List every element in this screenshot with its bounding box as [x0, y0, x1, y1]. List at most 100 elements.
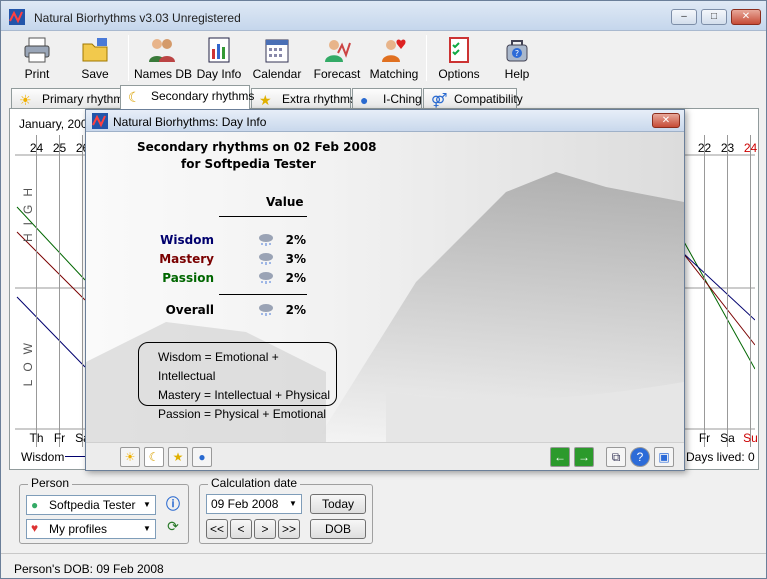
next-day-icon[interactable]: → [574, 447, 594, 467]
app-icon [92, 113, 108, 129]
dialog-heading: Secondary rhythms on 02 Feb 2008 [137, 140, 377, 154]
day-info-dialog: Natural Biorhythms: Day Info ✕ Secondary… [85, 109, 685, 471]
toolbar-separator [426, 35, 427, 81]
forecast-label: Forecast [313, 67, 361, 81]
overall-rule [219, 294, 307, 295]
tab-label: Secondary rhythms [151, 89, 255, 103]
save-label: Save [81, 67, 109, 81]
tab-secondary-rhythms[interactable]: ☾ Secondary rhythms [120, 85, 254, 109]
dob-button[interactable]: DOB [310, 519, 366, 539]
calendar-dropdown-icon: ▼ [289, 499, 297, 508]
calendar-icon [265, 39, 289, 63]
tab-label: Compatibility [454, 92, 523, 106]
calendar-button[interactable]: Calendar [252, 31, 302, 85]
day-column: 23 Sa [706, 135, 735, 447]
rain-cloud-icon [259, 253, 273, 265]
close-button[interactable]: ✕ [731, 9, 761, 25]
tab-label: Extra rhythms [282, 92, 357, 106]
tab-compatibility[interactable]: ⚤ Compatibility [423, 88, 523, 109]
svg-text:?: ? [515, 49, 519, 58]
options-button[interactable]: Options [435, 31, 483, 85]
tab-i-ching[interactable]: ● I-Ching [352, 88, 422, 109]
mastery-formula: Mastery = Intellectual + Physical [158, 388, 331, 402]
dialog-subheading: for Softpedia Tester [181, 157, 316, 171]
help-label: Help [504, 67, 530, 81]
copy-icon[interactable]: ⧉ [606, 447, 626, 467]
calculation-date-picker[interactable]: 09 Feb 2008 ▼ [206, 494, 302, 514]
header-rule [219, 216, 307, 217]
overall-value: 2% [285, 303, 306, 317]
value-column-header: Value [266, 195, 304, 209]
matching-button[interactable]: Matching [369, 31, 419, 85]
person-select[interactable]: ● Softpedia Tester ▼ [26, 495, 156, 515]
passion-formula: Passion = Physical + Emotional [158, 407, 327, 421]
day-info-button[interactable]: Day Info [196, 31, 242, 85]
minimize-button[interactable]: ‒ [671, 9, 697, 25]
calendar-label: Calendar [252, 67, 302, 81]
title-bar: Natural Biorhythms v3.03 Unregistered ‒ … [1, 1, 766, 31]
day-number: 24 [743, 141, 758, 155]
chevron-down-icon: ▼ [143, 524, 151, 533]
mastery-value: 3% [285, 252, 306, 266]
people-icon [149, 39, 175, 62]
calculation-date-caption: Calculation date [208, 476, 301, 490]
sun-icon[interactable]: ☀ [120, 447, 140, 467]
calculation-date-group: Calculation date 09 Feb 2008 ▼ Today << … [199, 476, 373, 544]
days-lived: Days lived: 0 [686, 450, 755, 464]
profiles-heart-icon: ♥ [31, 521, 39, 535]
wisdom-value: 2% [285, 233, 306, 247]
previous-day-icon[interactable]: ← [550, 447, 570, 467]
toolbar-separator [128, 35, 129, 81]
globe-icon[interactable]: ● [192, 447, 212, 467]
maximize-button[interactable]: □ [701, 9, 727, 25]
weekday: Su [743, 431, 758, 445]
save-disk-icon[interactable]: ▣ [654, 447, 674, 467]
day-column: 22 Fr [683, 135, 711, 447]
wisdom-formula: Wisdom = Emotional + Intellectual [158, 350, 279, 383]
forecast-button[interactable]: Forecast [312, 31, 362, 85]
day-info-label: Day Info [196, 67, 242, 81]
main-window: Natural Biorhythms v3.03 Unregistered ‒ … [0, 0, 767, 579]
globe-icon: ● [360, 92, 369, 108]
moon-icon: ☾ [128, 89, 141, 105]
help-icon[interactable]: ? [630, 447, 650, 467]
high-axis-label: HIGH [21, 180, 35, 242]
today-button[interactable]: Today [310, 494, 366, 514]
profiles-select[interactable]: ♥ My profiles ▼ [26, 519, 156, 539]
rain-cloud-icon [259, 304, 273, 316]
names-db-button[interactable]: Names DB [134, 31, 192, 85]
tab-strip: ☀ Primary rhythms ☾ Secondary rhythms ★ … [9, 85, 759, 109]
dialog-close-button[interactable]: ✕ [652, 113, 680, 128]
person-info-icon[interactable]: ⓘ [163, 494, 183, 514]
formula-legend: Wisdom = Emotional + Intellectual Master… [138, 342, 337, 421]
tab-extra-rhythms[interactable]: ★ Extra rhythms [251, 88, 356, 109]
tab-label: I-Ching [383, 92, 422, 106]
folder-save-icon [82, 38, 108, 62]
wisdom-label: Wisdom [160, 233, 214, 247]
toolbar: Print Save Names DB Day Info Calendar Fo… [1, 31, 766, 85]
person-icon: ● [31, 498, 39, 512]
help-button[interactable]: ? Help [495, 31, 539, 85]
person-caption: Person [28, 476, 73, 490]
options-label: Options [438, 67, 480, 81]
chart-legend-wisdom: Wisdom [21, 450, 65, 464]
back-day-button[interactable]: < [230, 519, 252, 539]
person-group: Person ● Softpedia Tester ▼ ⓘ ♥ My profi… [19, 476, 189, 544]
tab-primary-rhythms[interactable]: ☀ Primary rhythms [11, 88, 129, 109]
dialog-title-bar: Natural Biorhythms: Day Info ✕ [86, 110, 684, 132]
tab-label: Primary rhythms [42, 92, 130, 106]
month-label: January, 2008 [19, 117, 95, 131]
moon-icon[interactable]: ☾ [144, 447, 164, 467]
print-button[interactable]: Print [15, 31, 59, 85]
save-button[interactable]: Save [73, 31, 117, 85]
print-label: Print [24, 67, 50, 81]
forward-month-button[interactable]: >> [278, 519, 300, 539]
forward-day-button[interactable]: > [254, 519, 276, 539]
star-icon[interactable]: ★ [168, 447, 188, 467]
profiles-refresh-icon[interactable]: ⟳ [163, 518, 183, 538]
day-column: 25 Fr [38, 135, 66, 447]
matching-heart-icon [382, 39, 406, 62]
dialog-title: Natural Biorhythms: Day Info [113, 115, 267, 129]
back-month-button[interactable]: << [206, 519, 228, 539]
window-title: Natural Biorhythms v3.03 Unregistered [34, 11, 241, 25]
